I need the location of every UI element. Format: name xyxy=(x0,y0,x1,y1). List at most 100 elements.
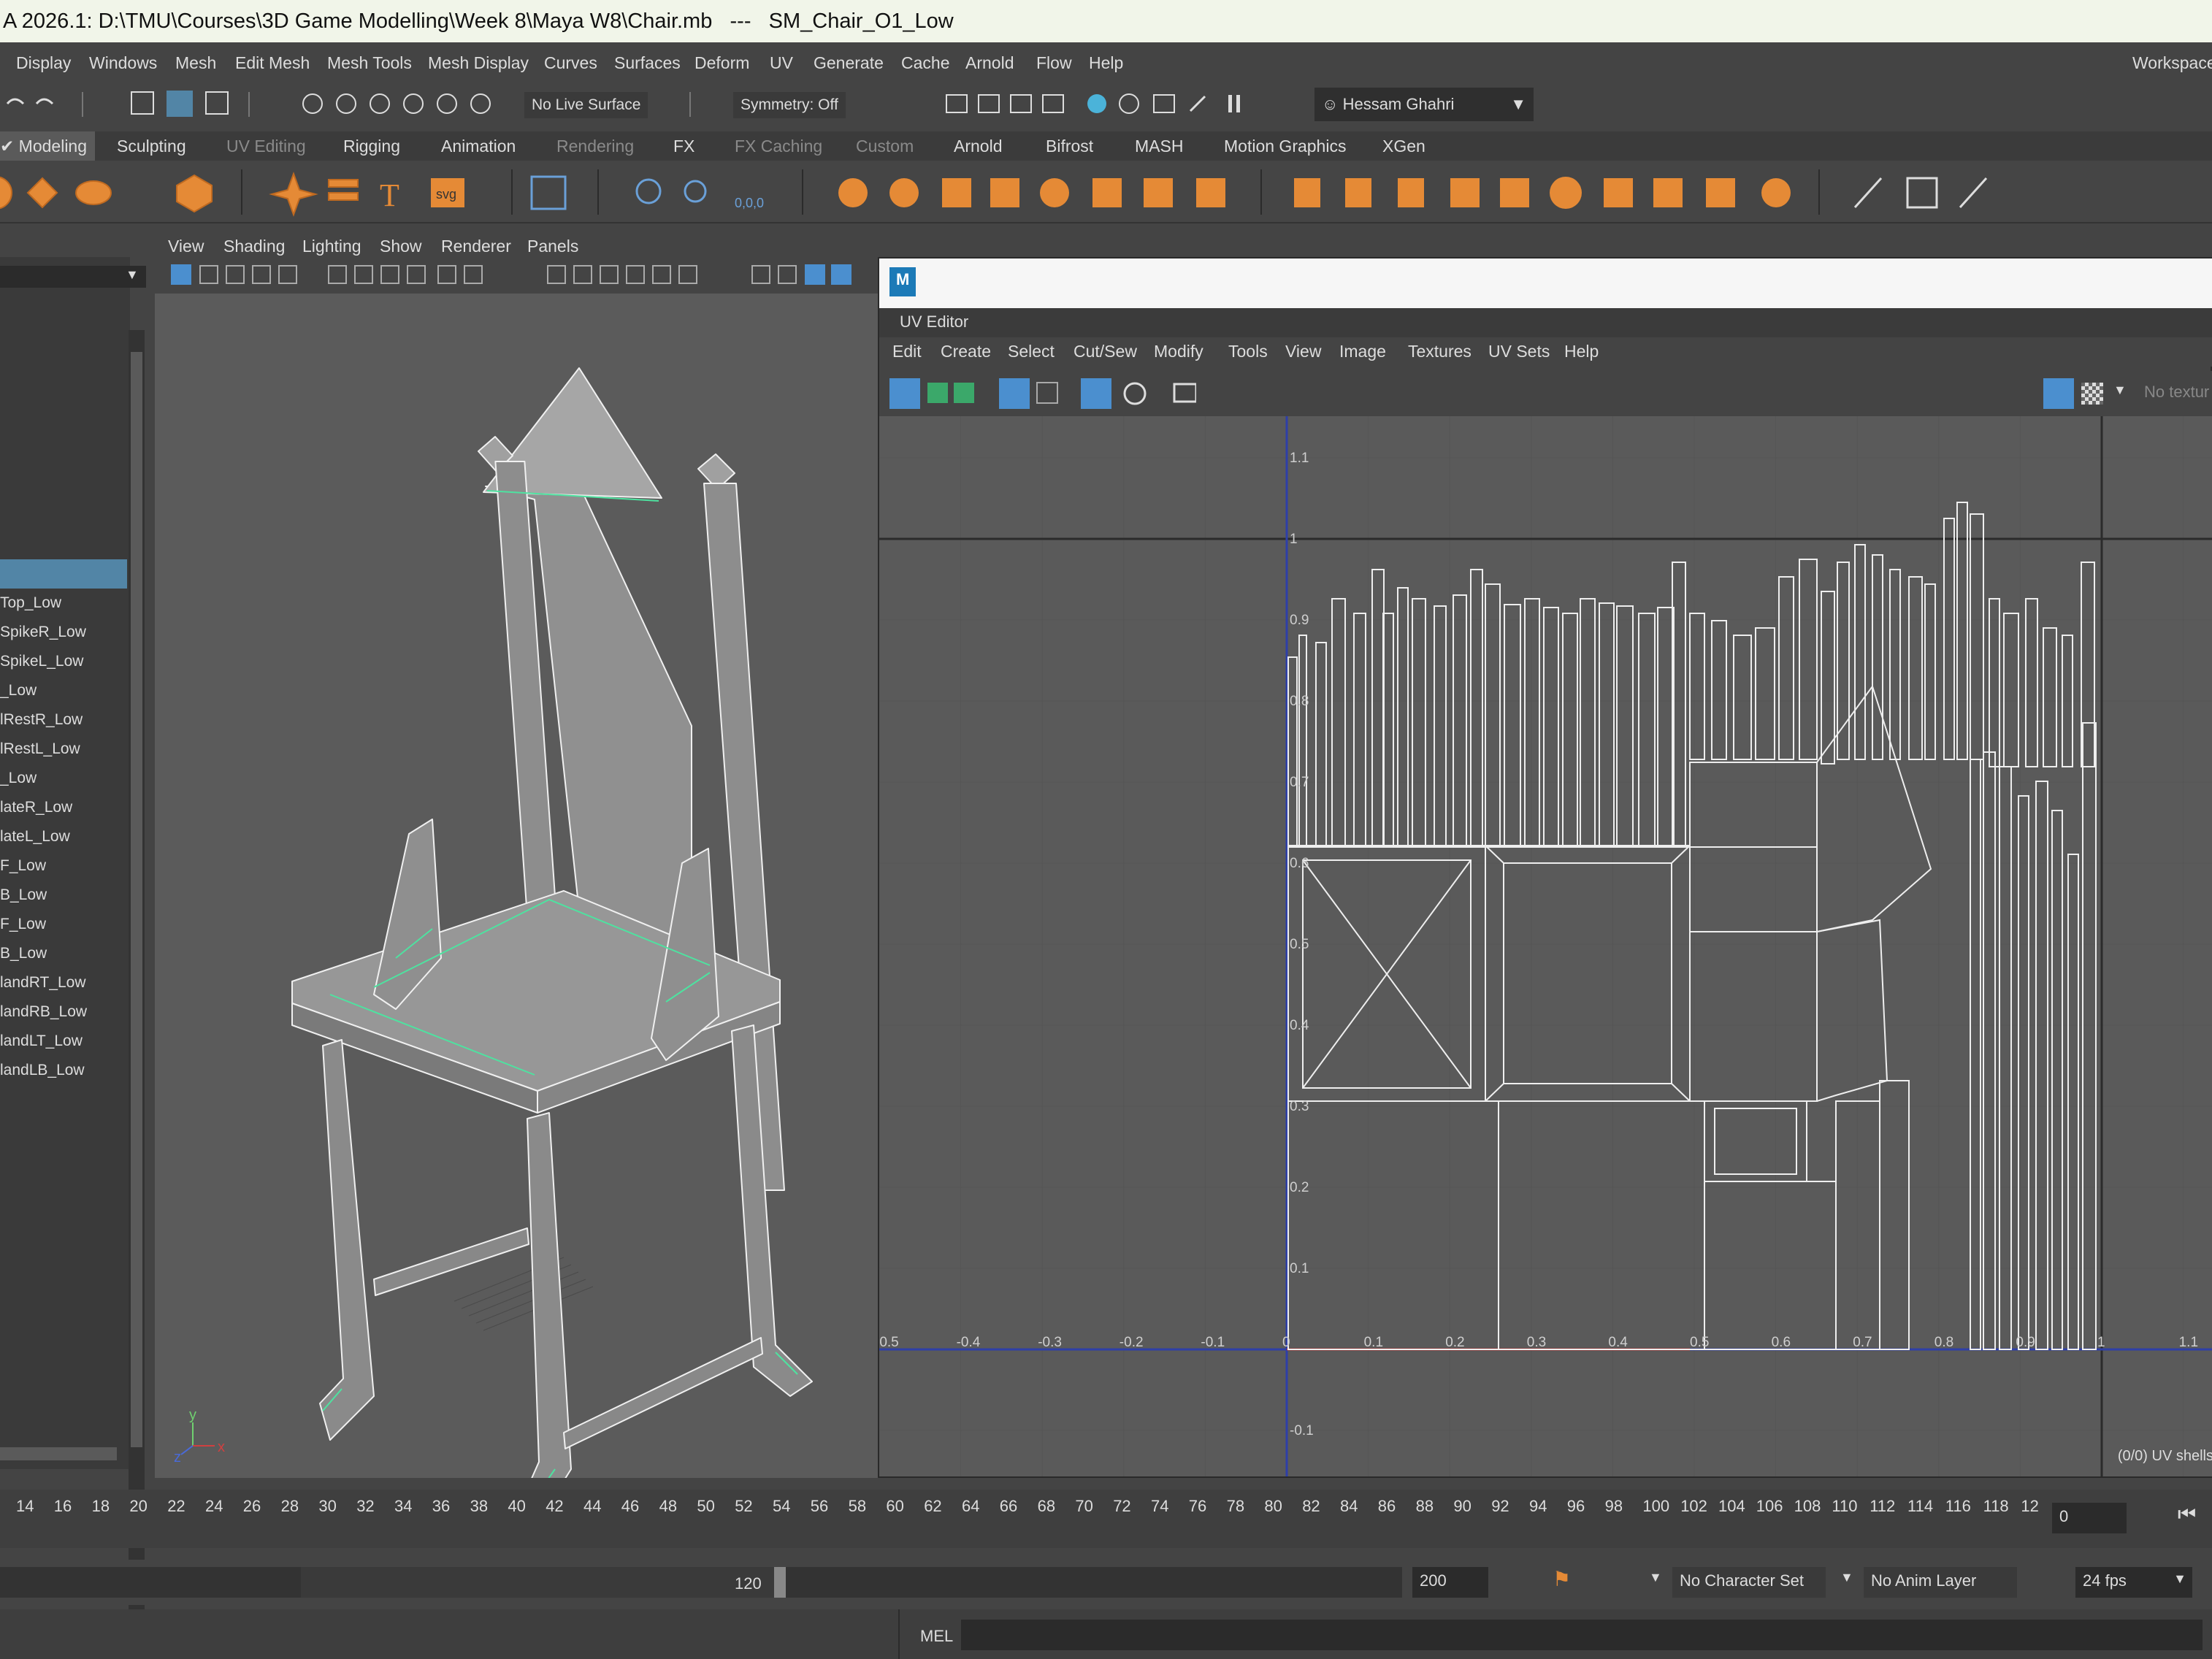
uv-menu-create[interactable]: Create xyxy=(941,342,991,361)
menu-cache[interactable]: Cache xyxy=(901,53,949,73)
outliner-item[interactable]: landRT_Low xyxy=(0,974,86,992)
outliner-scrollbar[interactable] xyxy=(129,330,145,1659)
outliner-item[interactable]: F_Low xyxy=(0,916,46,933)
uv-u-tick-label: 0.2 xyxy=(1445,1335,1464,1350)
outliner-item[interactable]: landRB_Low xyxy=(0,1003,87,1021)
menu-arnold[interactable]: Arnold xyxy=(965,53,1014,73)
outliner-item[interactable]: lRestR_Low xyxy=(0,711,83,729)
menu-uv[interactable]: UV xyxy=(770,53,793,73)
outliner-item[interactable]: SpikeL_Low xyxy=(0,653,83,670)
outliner-item[interactable]: F_Low xyxy=(0,857,46,875)
character-set-dropdown[interactable]: No Character Set xyxy=(1672,1567,1826,1598)
anim-layer-dropdown[interactable]: No Anim Layer xyxy=(1864,1567,2017,1598)
uv-v-tick-label: 1.1 xyxy=(1290,451,1309,466)
uv-menu-image[interactable]: Image xyxy=(1339,342,1386,361)
tab-fx[interactable]: FX xyxy=(673,137,694,156)
anim-end-field[interactable]: 200 xyxy=(1412,1567,1488,1598)
tab-rigging[interactable]: Rigging xyxy=(343,137,400,156)
checker-icon[interactable] xyxy=(2081,383,2103,405)
range-slider[interactable]: 120 xyxy=(0,1567,1402,1598)
menu-mesh-display[interactable]: Mesh Display xyxy=(428,53,529,73)
viewport-menu-renderer[interactable]: Renderer xyxy=(441,237,511,256)
uv-u-tick-label: 0.5 xyxy=(1690,1335,1709,1350)
viewport-menu-lighting[interactable]: Lighting xyxy=(302,237,361,256)
no-texture-label[interactable]: No textur xyxy=(2144,383,2209,402)
window-title: A 2026.1: D:\TMU\Courses\3D Game Modelli… xyxy=(3,9,954,33)
tab-bifrost[interactable]: Bifrost xyxy=(1046,137,1093,156)
menu-surfaces[interactable]: Surfaces xyxy=(614,53,681,73)
chevron-down-icon[interactable]: ▼ xyxy=(1840,1570,1853,1585)
menu-curves[interactable]: Curves xyxy=(544,53,597,73)
tab-fx-caching[interactable]: FX Caching xyxy=(735,137,822,156)
viewport-menu-show[interactable]: Show xyxy=(380,237,422,256)
live-surface-field[interactable]: No Live Surface xyxy=(524,92,648,118)
chevron-down-icon[interactable]: ▼ xyxy=(1649,1570,1662,1585)
uv-menu-select[interactable]: Select xyxy=(1008,342,1055,361)
tab-custom[interactable]: Custom xyxy=(856,137,914,156)
outliner-item[interactable]: lateR_Low xyxy=(0,799,72,816)
user-account-dropdown[interactable]: ☺ Hessam Ghahri ▼ xyxy=(1314,88,1534,121)
tab-arnold[interactable]: Arnold xyxy=(954,137,1002,156)
timeline-tick-label: 94 xyxy=(1529,1497,1547,1515)
menu-display[interactable]: Display xyxy=(16,53,71,73)
viewport-menu-panels[interactable]: Panels xyxy=(527,237,578,256)
menu-mesh-tools[interactable]: Mesh Tools xyxy=(327,53,412,73)
outliner-item[interactable]: lRestL_Low xyxy=(0,740,80,758)
go-to-start-icon[interactable]: ⏮ xyxy=(2178,1503,2196,1527)
tab-rendering[interactable]: Rendering xyxy=(556,137,634,156)
uv-canvas[interactable]: 1.1 1 0.9 0.8 0.7 0.6 0.5 0.4 0.3 0.2 0.1 -0.1 -0.5 -… xyxy=(879,416,2212,1476)
outliner-item[interactable]: Top_Low xyxy=(0,594,61,612)
symmetry-dropdown[interactable]: Symmetry: Off xyxy=(733,92,846,118)
bookmark-icon[interactable]: ⚑ xyxy=(1553,1567,1571,1591)
workspace-label[interactable]: Workspace xyxy=(2132,53,2212,73)
outliner-item[interactable]: _Low xyxy=(0,770,37,787)
menu-edit-mesh[interactable]: Edit Mesh xyxy=(235,53,310,73)
tab-motion-graphics[interactable]: Motion Graphics xyxy=(1224,137,1346,156)
menu-mesh[interactable]: Mesh xyxy=(175,53,216,73)
uv-editor-title-bar[interactable]: M xyxy=(879,258,2212,308)
tab-mash[interactable]: MASH xyxy=(1135,137,1183,156)
menu-help[interactable]: Help xyxy=(1089,53,1123,73)
menu-windows[interactable]: Windows xyxy=(89,53,157,73)
range-slider-handle[interactable] xyxy=(774,1567,786,1598)
uv-menu-modify[interactable]: Modify xyxy=(1154,342,1203,361)
tab-sculpting[interactable]: Sculpting xyxy=(117,137,186,156)
uv-menu-edit[interactable]: Edit xyxy=(892,342,922,361)
fps-dropdown[interactable]: 24 fps ▼ xyxy=(2075,1567,2192,1598)
outliner-item[interactable]: SpikeR_Low xyxy=(0,624,86,641)
timeline-tick-label: 28 xyxy=(280,1497,299,1515)
command-language-label[interactable]: MEL xyxy=(920,1627,953,1646)
outliner-selected-row[interactable] xyxy=(0,559,127,589)
menu-deform[interactable]: Deform xyxy=(694,53,749,73)
time-slider[interactable]: 14 16 18 20 22 24 26 28 30 32 34 36 38 40 42 44 46 48 50 52… xyxy=(0,1490,2212,1548)
current-frame-field[interactable]: 0 xyxy=(2052,1503,2127,1533)
outliner-item[interactable]: lateL_Low xyxy=(0,828,70,846)
uv-menu-tools[interactable]: Tools xyxy=(1228,342,1268,361)
outliner-item[interactable]: _Low xyxy=(0,682,37,700)
image-display-icon[interactable] xyxy=(2043,378,2074,409)
tab-uv-editing[interactable]: UV Editing xyxy=(226,137,306,156)
uv-menu-textures[interactable]: Textures xyxy=(1408,342,1472,361)
command-input[interactable] xyxy=(961,1620,2203,1650)
uv-menu-cut-sew[interactable]: Cut/Sew xyxy=(1074,342,1137,361)
perspective-viewport[interactable]: y x z xyxy=(155,228,878,1528)
outliner-item[interactable]: B_Low xyxy=(0,886,47,904)
viewport-menu-shading[interactable]: Shading xyxy=(223,237,285,256)
uv-menu-view[interactable]: View xyxy=(1285,342,1321,361)
chevron-down-icon[interactable]: ▼ xyxy=(126,267,139,283)
tab-xgen[interactable]: XGen xyxy=(1382,137,1425,156)
menu-flow[interactable]: Flow xyxy=(1036,53,1072,73)
uv-editor-tab[interactable]: UV Editor xyxy=(900,313,968,332)
uv-menu-uv-sets[interactable]: UV Sets xyxy=(1488,342,1550,361)
menu-generate[interactable]: Generate xyxy=(814,53,884,73)
outliner-h-scrollbar[interactable] xyxy=(0,1447,117,1460)
viewport-menu-view[interactable]: View xyxy=(168,237,204,256)
chevron-down-icon[interactable]: ▼ xyxy=(2113,383,2127,398)
outliner-item[interactable]: landLT_Low xyxy=(0,1032,83,1050)
outliner-item[interactable]: B_Low xyxy=(0,945,47,962)
outliner-item[interactable]: landLB_Low xyxy=(0,1062,85,1079)
outliner-search-field[interactable] xyxy=(0,266,146,288)
uv-menu-help[interactable]: Help xyxy=(1564,342,1599,361)
tab-modeling[interactable]: ✔ Modeling xyxy=(0,137,87,156)
tab-animation[interactable]: Animation xyxy=(441,137,516,156)
